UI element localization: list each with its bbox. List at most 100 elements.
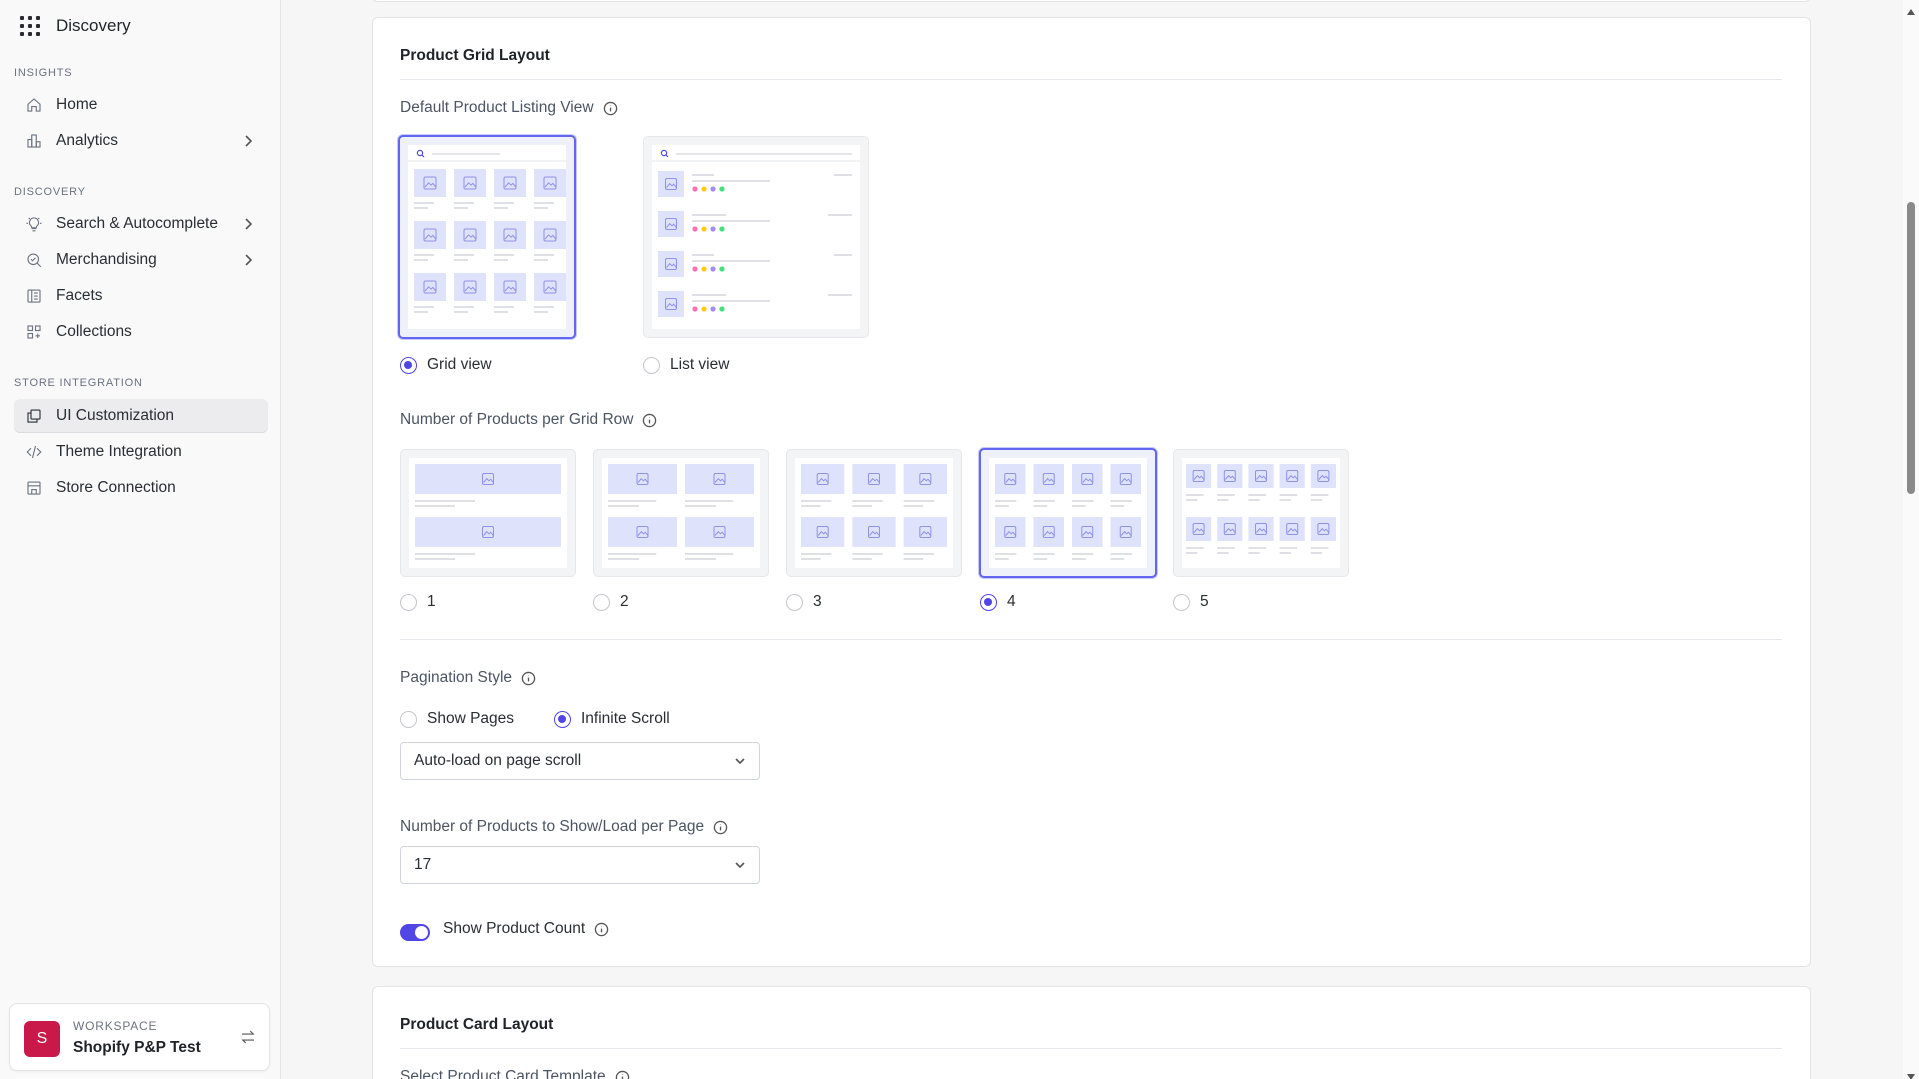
sidebar-item-home[interactable]: Home: [14, 88, 268, 122]
toggle-label-text: Show Product Count: [443, 920, 586, 937]
infinite-scroll-radio[interactable]: Infinite Scroll: [554, 710, 670, 728]
sidebar-item-label: Theme Integration: [56, 443, 182, 460]
per-row-3-preview[interactable]: [786, 449, 962, 577]
section-label-discovery: DISCOVERY: [14, 186, 86, 198]
radio-dot: [643, 356, 660, 374]
divider: [400, 639, 1782, 640]
radio-dot: [400, 710, 417, 728]
placeholder-tile: [608, 517, 677, 547]
placeholder-tile: [852, 517, 896, 547]
listing-view-label-text: Default Product Listing View: [400, 99, 594, 116]
per-row-3-illustration: [795, 458, 953, 568]
placeholder-tile: [658, 171, 684, 197]
sidebar-item-label: Home: [56, 96, 98, 113]
radio-dot: [786, 593, 803, 611]
sidebar-item-store-connection[interactable]: Store Connection: [14, 471, 268, 505]
sidebar-item-analytics[interactable]: Analytics: [14, 124, 268, 158]
app-title: Discovery: [56, 16, 131, 35]
radio-label: 4: [1007, 593, 1016, 610]
info-icon[interactable]: [521, 671, 536, 686]
sidebar-item-theme-integration[interactable]: Theme Integration: [14, 435, 268, 469]
card-title: Product Card Layout: [400, 1016, 554, 1033]
per-row-4-radio[interactable]: 4: [980, 593, 1016, 611]
placeholder-tile: [903, 517, 947, 547]
placeholder-tile: [1072, 464, 1103, 494]
per-row-2-radio[interactable]: 2: [593, 593, 629, 611]
chevron-right-icon: [240, 216, 256, 232]
workspace-label: WORKSPACE: [73, 1019, 158, 1033]
info-icon[interactable]: [642, 413, 657, 428]
show-product-count-toggle[interactable]: [400, 924, 430, 941]
pagination-label: Pagination Style: [400, 669, 536, 687]
placeholder-tile: [1110, 517, 1141, 547]
placeholder-tile: [1186, 517, 1212, 541]
placeholder-tile: [494, 169, 526, 197]
placeholder-tile: [801, 517, 845, 547]
sidebar-item-facets[interactable]: Facets: [14, 279, 268, 313]
radio-dot: [400, 593, 417, 611]
list-view-preview[interactable]: [643, 136, 869, 338]
sidebar-item-ui-customization[interactable]: UI Customization: [14, 399, 268, 433]
collections-icon: [24, 322, 44, 342]
scroll-down-arrow-icon[interactable]: [1906, 1068, 1916, 1079]
info-icon[interactable]: [615, 1070, 630, 1079]
radio-label: 5: [1200, 593, 1209, 610]
bulb-icon: [24, 214, 44, 234]
chevron-down-icon: [733, 754, 747, 768]
placeholder-tile: [1279, 517, 1305, 541]
per-row-5-illustration: [1182, 458, 1340, 568]
placeholder-tile: [1110, 464, 1141, 494]
card-template-label-text: Select Product Card Template: [400, 1068, 606, 1079]
sidebar-item-label: Analytics: [56, 132, 119, 149]
radio-label: 2: [620, 593, 629, 610]
placeholder-tile: [415, 517, 561, 547]
info-icon[interactable]: [594, 922, 609, 937]
per-row-5-radio[interactable]: 5: [1173, 593, 1209, 611]
app-grid-icon[interactable]: [20, 16, 40, 36]
show-pages-radio[interactable]: Show Pages: [400, 710, 514, 728]
placeholder-tile: [1310, 517, 1336, 541]
placeholder-tile: [534, 221, 566, 249]
radio-label: 3: [813, 593, 822, 610]
page-scrollbar[interactable]: [1903, 0, 1919, 1079]
grid-view-radio[interactable]: Grid view: [400, 356, 492, 374]
scroll-thumb[interactable]: [1907, 202, 1915, 494]
per-page-select[interactable]: 17: [400, 846, 760, 884]
placeholder-tile: [608, 464, 677, 494]
sidebar-item-search-autocomplete[interactable]: Search & Autocomplete: [14, 207, 268, 241]
placeholder-tile: [534, 273, 566, 301]
per-row-1-preview[interactable]: [400, 449, 576, 577]
list-view-radio[interactable]: List view: [643, 356, 729, 374]
sidebar-item-collections[interactable]: Collections: [14, 315, 268, 349]
home-icon: [24, 95, 44, 115]
sidebar-item-label: Facets: [56, 287, 103, 304]
info-icon[interactable]: [603, 101, 618, 116]
chevron-right-icon: [240, 252, 256, 268]
scroll-up-arrow-icon[interactable]: [1906, 3, 1916, 15]
workspace-name: Shopify P&P Test: [73, 1039, 201, 1056]
sidebar-item-merchandising[interactable]: Merchandising: [14, 243, 268, 277]
per-row-4-preview[interactable]: [979, 448, 1157, 578]
per-row-1-radio[interactable]: 1: [400, 593, 436, 611]
grid-view-preview[interactable]: [398, 135, 576, 339]
placeholder-tile: [1072, 517, 1103, 547]
placeholder-tile: [494, 221, 526, 249]
placeholder-tile: [414, 221, 446, 249]
placeholder-tile: [801, 464, 845, 494]
per-row-5-preview[interactable]: [1173, 449, 1349, 577]
placeholder-tile: [903, 464, 947, 494]
radio-label: Grid view: [427, 356, 492, 373]
list-view-illustration: [652, 145, 860, 329]
info-icon[interactable]: [713, 820, 728, 835]
radio-dot: [1173, 593, 1190, 611]
switch-arrows-icon[interactable]: [239, 1028, 257, 1046]
workspace-switcher[interactable]: S WORKSPACE Shopify P&P Test: [9, 1003, 270, 1071]
per-row-3-radio[interactable]: 3: [786, 593, 822, 611]
per-page-label: Number of Products to Show/Load per Page: [400, 818, 728, 836]
radio-dot: [980, 593, 997, 611]
scroll-mode-select[interactable]: Auto-load on page scroll: [400, 742, 760, 780]
radio-dot: [400, 356, 417, 374]
store-icon: [24, 478, 44, 498]
sidebar: Discovery INSIGHTS Home Analytics DISCOV…: [0, 0, 281, 1079]
per-row-2-preview[interactable]: [593, 449, 769, 577]
